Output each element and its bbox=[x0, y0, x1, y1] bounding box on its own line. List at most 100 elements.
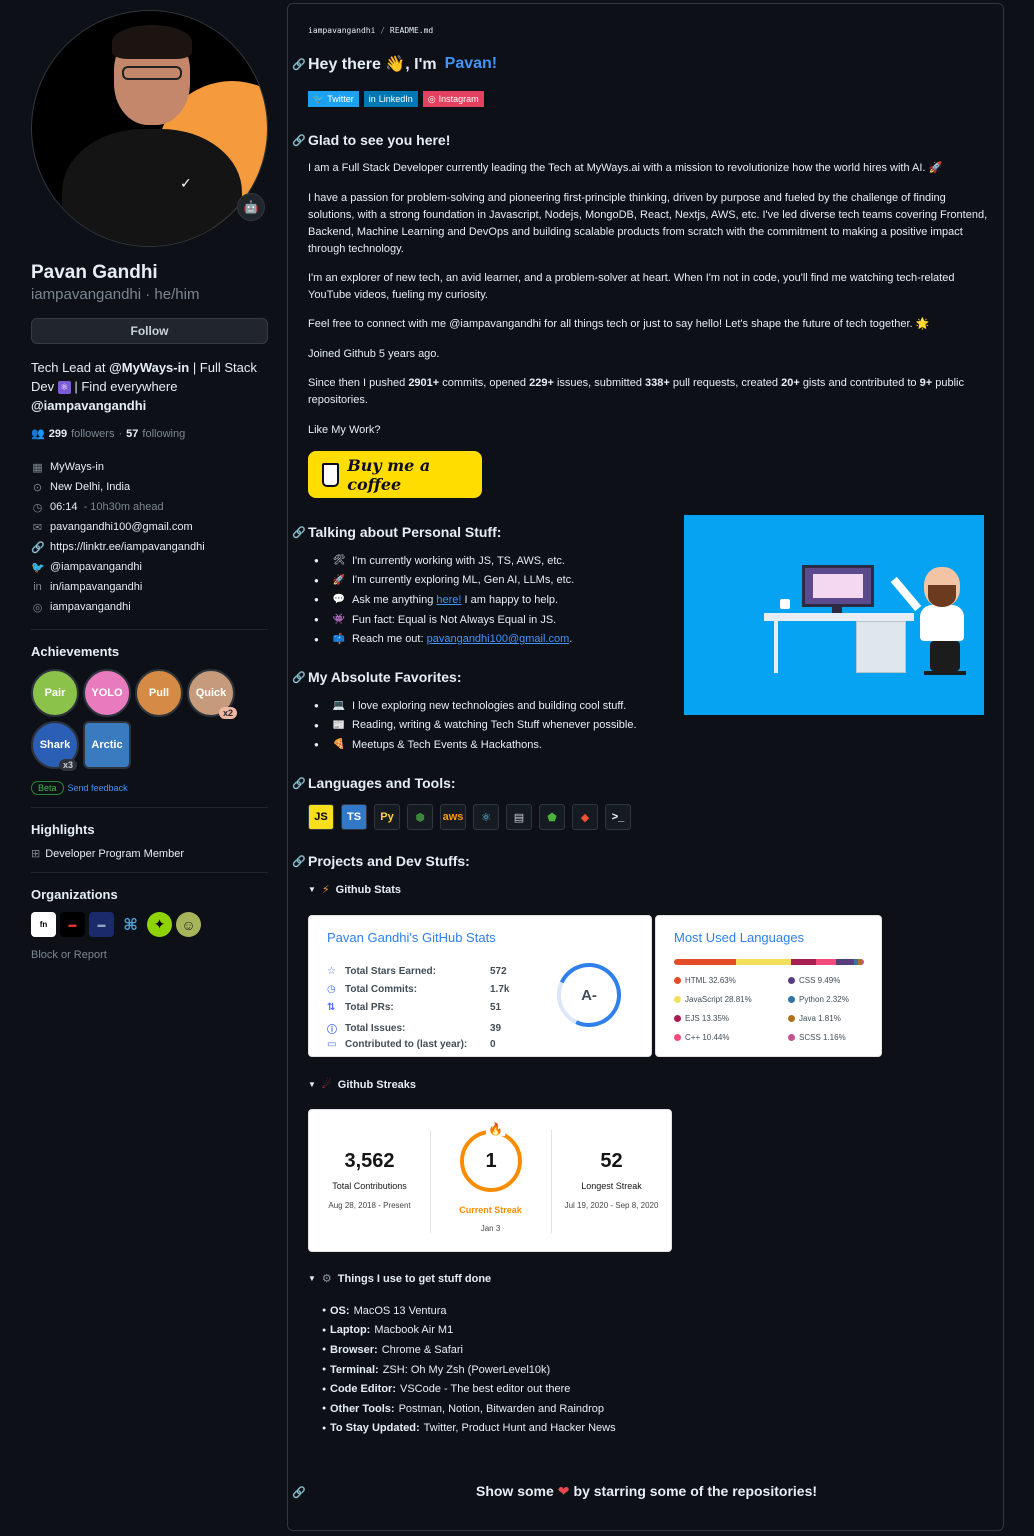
linkedin-badge[interactable]: in LinkedIn bbox=[363, 91, 418, 107]
github-stats-card[interactable]: Pavan Gandhi's GitHub Stats ☆ Total Stars… bbox=[308, 915, 652, 1057]
anchor-link-icon[interactable]: 🔗 bbox=[292, 58, 306, 71]
github-streak-card[interactable]: 3,562 Total Contributions Aug 28, 2018 -… bbox=[308, 1109, 672, 1252]
bio-handle-link[interactable]: @iampavangandhi bbox=[31, 398, 146, 413]
follow-button[interactable]: Follow bbox=[31, 318, 268, 344]
following-count[interactable]: 57 bbox=[126, 428, 138, 440]
instagram-badge[interactable]: ◎ Instagram bbox=[422, 91, 484, 107]
list-item: ● 💬 Ask me anything here! I am happy to he… bbox=[314, 593, 559, 606]
social-badges: 🐦 Twitter in LinkedIn ◎ Instagram bbox=[308, 91, 484, 107]
anchor-link-icon[interactable]: 🔗 bbox=[292, 526, 306, 539]
anchor-link-icon[interactable]: 🔗 bbox=[292, 855, 306, 868]
favorites-heading: 🔗 My Absolute Favorites: bbox=[292, 669, 462, 685]
detail-location: ⊙ New Delhi, India bbox=[32, 481, 131, 494]
like-work-text: Like My Work? bbox=[308, 424, 381, 436]
achievement-badge[interactable]: Pair bbox=[31, 669, 79, 717]
projects-heading: 🔗 Projects and Dev Stuffs: bbox=[292, 853, 470, 869]
achievement-badge[interactable]: YOLO bbox=[83, 669, 131, 717]
rocket-icon: 🚀 bbox=[332, 574, 346, 586]
org-avatar[interactable]: ▬ bbox=[60, 912, 85, 937]
list-item: ● Browser: Chrome & Safari bbox=[322, 1343, 463, 1356]
detail-instagram: ◎ iampavangandhi bbox=[32, 601, 131, 614]
language-segment bbox=[861, 959, 864, 965]
top-languages-card[interactable]: Most Used Languages HTML 32.63% JavaScrip… bbox=[655, 915, 882, 1057]
language-legend-item: SCSS 1.16% bbox=[788, 1033, 846, 1042]
bio-org-link[interactable]: @MyWays-in bbox=[109, 360, 189, 375]
anchor-link-icon[interactable]: 🔗 bbox=[292, 777, 306, 790]
twitter-icon: 🐦 bbox=[31, 561, 45, 574]
organizations-list: fn ▬ ▬ ⌘ ✦ ☺ bbox=[31, 912, 268, 937]
detail-company: ▦ MyWays-in bbox=[32, 461, 104, 474]
followers-count[interactable]: 299 bbox=[49, 428, 67, 440]
list-item: ● 💻 I love exploring new technologies and … bbox=[314, 699, 627, 712]
ask-here-link[interactable]: here! bbox=[436, 594, 461, 606]
breadcrumb-owner[interactable]: iampavangandhi bbox=[308, 26, 375, 35]
language-legend-item: Java 1.81% bbox=[788, 1014, 841, 1023]
laptop-icon: 💻 bbox=[332, 700, 346, 712]
pull-request-icon: ⇅ bbox=[327, 1002, 336, 1013]
org-avatar[interactable]: ✦ bbox=[147, 912, 172, 937]
mongodb-icon: ⬟ bbox=[539, 804, 565, 830]
buy-me-a-coffee-button[interactable]: Buy me a coffee bbox=[308, 451, 482, 498]
github-stats-toggle[interactable]: ▼ ⚡ Github Stats bbox=[308, 883, 401, 897]
language-legend-item: HTML 32.63% bbox=[674, 976, 736, 985]
language-legend-item: CSS 9.49% bbox=[788, 976, 840, 985]
longest-streak: 52 Longest Streak Jul 19, 2020 - Sep 8, … bbox=[564, 1150, 659, 1210]
repo-icon: ▭ bbox=[327, 1039, 337, 1050]
speech-icon: 💬 bbox=[332, 594, 346, 606]
languages-title: Most Used Languages bbox=[674, 930, 805, 945]
triangle-down-icon: ▼ bbox=[308, 885, 316, 894]
language-label: Python 2.32% bbox=[799, 995, 849, 1004]
language-legend-item: JavaScript 28.81% bbox=[674, 995, 752, 1004]
language-label: SCSS 1.16% bbox=[799, 1033, 846, 1042]
avatar[interactable]: ✓ bbox=[31, 10, 268, 247]
language-segment bbox=[674, 959, 736, 965]
stat-row: ▭ Contributed to (last year): 0 bbox=[327, 1039, 496, 1050]
language-color-dot bbox=[788, 1015, 795, 1022]
favorites-list: ● 💻 I love exploring new technologies and … bbox=[314, 696, 637, 755]
star-icon: ☆ bbox=[327, 966, 336, 977]
people-icon: 👥 bbox=[31, 428, 45, 440]
status-emoji-icon[interactable]: 🤖 bbox=[237, 193, 265, 221]
contrib-paragraph: Since then I pushed 2901+ commits, opene… bbox=[308, 377, 964, 406]
list-item: ● Code Editor: VSCode - The best editor ou… bbox=[322, 1383, 571, 1396]
greeting-name-link[interactable]: Pavan! bbox=[445, 55, 497, 73]
anchor-link-icon[interactable]: 🔗 bbox=[292, 671, 306, 684]
org-avatar[interactable]: ☺ bbox=[176, 912, 201, 937]
achievement-badge[interactable]: Pull bbox=[135, 669, 183, 717]
organizations-title: Organizations bbox=[31, 887, 118, 902]
language-legend-item: C++ 10.44% bbox=[674, 1033, 729, 1042]
pizza-icon: 🍕 bbox=[332, 739, 346, 751]
email-link[interactable]: pavangandhi100@gmail.com bbox=[427, 633, 570, 645]
stat-row: ◷ Total Commits: 1.7k bbox=[327, 984, 510, 995]
language-label: EJS 13.35% bbox=[685, 1014, 730, 1023]
list-item: ● To Stay Updated: Twitter, Product Hunt a… bbox=[322, 1422, 616, 1435]
org-avatar[interactable]: ⌘ bbox=[118, 912, 143, 937]
achievement-badge[interactable]: Arctic bbox=[83, 721, 131, 769]
github-streaks-toggle[interactable]: ▼ ☄ Github Streaks bbox=[308, 1078, 416, 1092]
list-item: ● Other Tools: Postman, Notion, Bitwarden … bbox=[322, 1402, 605, 1415]
mail-icon: ✉ bbox=[32, 521, 43, 534]
send-feedback-link[interactable]: Send feedback bbox=[68, 783, 128, 793]
anchor-link-icon[interactable]: 🔗 bbox=[292, 134, 306, 147]
achievements-title: Achievements bbox=[31, 644, 120, 659]
location-icon: ⊙ bbox=[32, 481, 43, 494]
achievement-badge[interactable]: Shark x3 bbox=[31, 721, 79, 771]
block-report-link[interactable]: Block or Report bbox=[31, 949, 268, 961]
language-label: CSS 9.49% bbox=[799, 976, 841, 985]
org-avatar[interactable]: ▬ bbox=[89, 912, 114, 937]
follow-counts: 👥 299 followers · 57 following bbox=[31, 427, 186, 441]
divider bbox=[31, 807, 268, 808]
link-icon: 🔗 bbox=[31, 541, 45, 554]
joined-paragraph: Joined Github 5 years ago. bbox=[308, 348, 440, 360]
personal-list: ● 🛠 I'm currently working with JS, TS, AWS… bbox=[314, 551, 574, 649]
achievement-badge[interactable]: Quick x2 bbox=[187, 669, 237, 719]
twitter-badge[interactable]: 🐦 Twitter bbox=[308, 91, 359, 107]
language-segment bbox=[735, 959, 791, 965]
language-legend-item: EJS 13.35% bbox=[674, 1014, 729, 1023]
language-color-dot bbox=[674, 1034, 681, 1041]
profile-name: Pavan Gandhi bbox=[31, 262, 158, 283]
tools-icons: JS TS Py ⬢ aws ⚛ ▤ ⬟ ◆ >_ bbox=[308, 804, 631, 830]
org-avatar[interactable]: fn bbox=[31, 912, 56, 937]
detail-website: 🔗 https://linktr.ee/iampavangandhi bbox=[31, 541, 205, 554]
things-toggle[interactable]: ▼ ⚙ Things I use to get stuff done bbox=[308, 1272, 491, 1286]
